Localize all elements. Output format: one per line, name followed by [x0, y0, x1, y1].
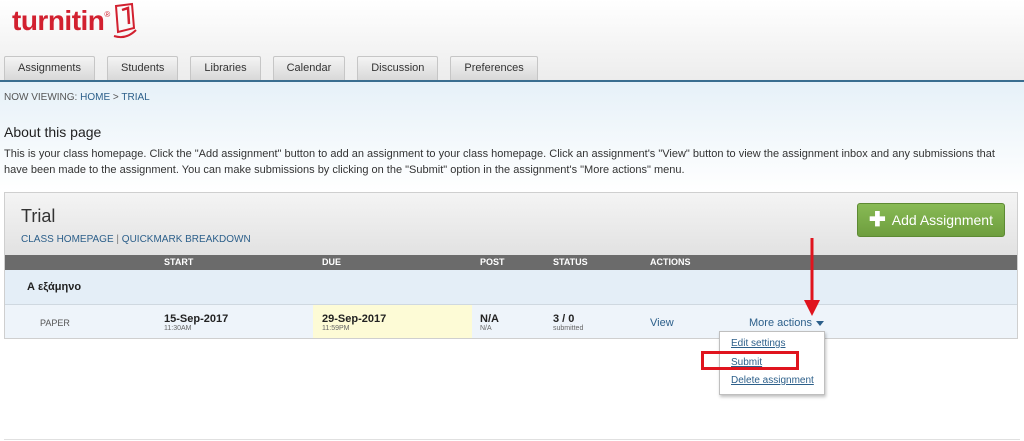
class-title: Trial [21, 206, 56, 226]
start-date: 15-Sep-2017 [164, 313, 229, 325]
tab-preferences[interactable]: Preferences [450, 56, 538, 80]
tab-libraries[interactable]: Libraries [190, 56, 261, 80]
more-actions-button[interactable]: More actions [749, 317, 824, 329]
column-header-row: START DUE POST STATUS ACTIONS [5, 255, 1017, 270]
tab-calendar[interactable]: Calendar [272, 56, 346, 80]
column-due: DUE [322, 257, 342, 267]
post-date: N/A [480, 313, 499, 325]
main-tabs: Assignments Students Libraries Calendar … [4, 56, 550, 80]
status-label: submitted [553, 325, 584, 332]
logo-page-icon [114, 2, 138, 39]
logo-registered-mark: ® [104, 10, 111, 19]
section-row: Α εξάμηνο [5, 270, 1017, 305]
quickmark-breakdown-link[interactable]: QUICKMARK BREAKDOWN [122, 234, 251, 245]
tab-assignments[interactable]: Assignments [4, 56, 95, 80]
turnitin-logo[interactable]: turnitin ® [12, 2, 138, 40]
class-panel: Trial CLASS HOMEPAGE | QUICKMARK BREAKDO… [4, 192, 1018, 339]
caret-down-icon [815, 320, 824, 326]
column-start: START [164, 257, 194, 267]
start-time: 11:30AM [164, 325, 192, 332]
annotation-arrow-icon [804, 238, 820, 316]
view-link[interactable]: View [650, 317, 674, 329]
tab-students[interactable]: Students [106, 56, 179, 80]
header-bar: turnitin ® Assignments Students Librarie… [0, 0, 1024, 82]
status-count: 3 / 0 [553, 313, 575, 325]
logo-text: turnitin [12, 5, 105, 36]
start-cell: 15-Sep-2017 11:30AM [164, 313, 228, 332]
breadcrumb-current-link[interactable]: TRIAL [121, 92, 149, 103]
class-links: CLASS HOMEPAGE | QUICKMARK BREAKDOWN [21, 234, 251, 245]
due-cell: 29-Sep-2017 11:59PM [322, 313, 386, 332]
add-assignment-label: Add Assignment [891, 212, 993, 228]
tab-discussion[interactable]: Discussion [357, 56, 439, 80]
breadcrumb-prefix: NOW VIEWING: [4, 92, 78, 103]
menu-item-delete-assignment[interactable]: Delete assignment [731, 375, 814, 386]
assignment-type: PAPER [40, 318, 70, 328]
menu-item-edit-settings[interactable]: Edit settings [731, 338, 785, 349]
due-time: 11:59PM [322, 325, 350, 332]
section-name: Α εξάμηνο [27, 281, 82, 293]
class-homepage-link[interactable]: CLASS HOMEPAGE [21, 234, 114, 245]
column-actions: ACTIONS [650, 257, 691, 267]
breadcrumb: NOW VIEWING: HOME > TRIAL [4, 92, 150, 103]
breadcrumb-separator: > [112, 92, 119, 103]
about-title: About this page [4, 124, 102, 140]
status-cell: 3 / 0 submitted [553, 313, 583, 332]
assignment-row: PAPER 15-Sep-2017 11:30AM 29-Sep-2017 11… [5, 305, 1017, 338]
about-text: This is your class homepage. Click the "… [4, 148, 995, 176]
post-time: N/A [480, 325, 492, 332]
column-status: STATUS [553, 257, 588, 267]
due-date: 29-Sep-2017 [322, 313, 387, 325]
plus-icon: ✚ [869, 209, 886, 231]
column-post: POST [480, 257, 505, 267]
more-actions-label: More actions [749, 317, 812, 329]
submit-highlight-box [701, 351, 799, 370]
footer-divider [4, 439, 1020, 440]
class-links-separator: | [116, 234, 120, 245]
class-header: Trial CLASS HOMEPAGE | QUICKMARK BREAKDO… [5, 193, 1017, 255]
post-cell: N/A N/A [480, 313, 499, 332]
add-assignment-button[interactable]: ✚ Add Assignment [857, 203, 1005, 237]
breadcrumb-home-link[interactable]: HOME [80, 92, 110, 103]
